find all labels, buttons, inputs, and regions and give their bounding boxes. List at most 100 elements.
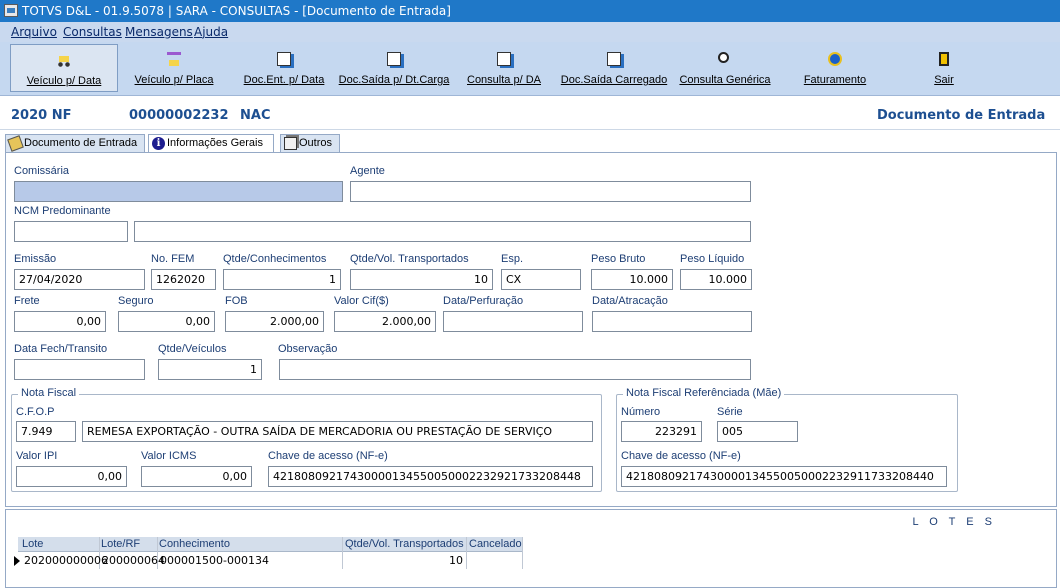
data-atracacao-field[interactable]: [592, 311, 752, 332]
data-perfuracao-label: Data/Perfuração: [443, 295, 524, 307]
serie-label: Série: [717, 406, 743, 418]
sair-button[interactable]: Sair: [914, 44, 974, 92]
toolbar: Veículo p/ Data Veículo p/ Placa Doc.Ent…: [0, 42, 1060, 96]
comissaria-label: Comissária: [14, 165, 70, 177]
no-fem-field[interactable]: 1262020: [151, 269, 216, 290]
observacao-field[interactable]: [279, 359, 751, 380]
lotes-title: L O T E S: [912, 516, 996, 528]
agente-field[interactable]: [350, 181, 751, 202]
serie-field[interactable]: 005: [717, 421, 798, 442]
fob-label: FOB: [225, 295, 248, 307]
lotes-grid-header: Lote Lote/RF Conhecimento Qtde/Vol. Tran…: [18, 537, 523, 552]
nota-fiscal-referenciada-title: Nota Fiscal Referênciada (Mãe): [623, 387, 785, 399]
qtde-conhecimentos-field[interactable]: 1: [223, 269, 341, 290]
consulta-por-da-button[interactable]: Consulta p/ DA: [458, 44, 550, 92]
doc-saida-carregado-button[interactable]: Doc.Saída Carregado: [556, 44, 672, 92]
tab-informacoes-gerais[interactable]: i Informações Gerais: [148, 134, 274, 153]
seguro-label: Seguro: [118, 295, 154, 307]
qtde-vol-label: Qtde/Vol. Transportados: [350, 253, 469, 265]
header-nac: NAC: [240, 108, 271, 123]
car-plate-icon: [167, 52, 181, 66]
doc-ent-por-data-button[interactable]: Doc.Ent. p/ Data: [236, 44, 332, 92]
nota-fiscal-title: Nota Fiscal: [18, 387, 80, 399]
column-cancelado[interactable]: Cancelado: [469, 538, 522, 550]
numero-field[interactable]: 223291: [621, 421, 702, 442]
column-conhecimento[interactable]: Conhecimento: [159, 538, 230, 550]
veiculo-por-data-button[interactable]: Veículo p/ Data: [10, 44, 118, 92]
cell-lote: 202000000006: [24, 554, 108, 567]
fob-field[interactable]: 2.000,00: [225, 311, 324, 332]
veiculo-por-placa-button[interactable]: Veículo p/ Placa: [122, 44, 226, 92]
current-row-arrow-icon: [14, 556, 20, 566]
emissao-field[interactable]: 27/04/2020: [14, 269, 145, 290]
peso-liquido-label: Peso Líquido: [680, 253, 745, 265]
menu-mensagens[interactable]: Mensagens: [125, 25, 193, 39]
column-lote-rf[interactable]: Lote/RF: [101, 538, 140, 550]
column-lote[interactable]: Lote: [22, 538, 43, 550]
qtde-vol-field[interactable]: 10: [350, 269, 493, 290]
seguro-field[interactable]: 0,00: [118, 311, 215, 332]
chave-acesso-ref-label: Chave de acesso (NF-e): [621, 450, 741, 462]
header-year-type: 2020 NF: [11, 108, 72, 123]
document-icon: [387, 52, 401, 66]
numero-label: Número: [621, 406, 661, 418]
menu-ajuda[interactable]: Ajuda: [194, 25, 228, 39]
peso-liquido-field[interactable]: 10.000: [680, 269, 752, 290]
nota-fiscal-referenciada-group: Nota Fiscal Referênciada (Mãe) Número 22…: [616, 387, 958, 492]
valor-cif-field[interactable]: 2.000,00: [334, 311, 436, 332]
document-icon: [607, 52, 621, 66]
ncm-description-field[interactable]: [134, 221, 751, 242]
tab-outros[interactable]: Outros: [280, 134, 340, 152]
esp-field[interactable]: CX: [501, 269, 581, 290]
cfop-field[interactable]: 7.949: [16, 421, 76, 442]
qtde-veiculos-label: Qtde/Veículos: [158, 343, 227, 355]
chave-acesso-label: Chave de acesso (NF-e): [268, 450, 388, 462]
title-bar: TOTVS D&L - 01.9.5078 | SARA - CONSULTAS…: [0, 0, 1060, 22]
windows-icon: [284, 137, 297, 150]
ncm-label: NCM Predominante: [14, 205, 111, 217]
cell-qtde-vol: 10: [449, 554, 463, 567]
doc-saida-por-dt-carga-button[interactable]: Doc.Saída p/ Dt.Carga: [336, 44, 452, 92]
informacoes-gerais-panel: Comissária Agente NCM Predominante Emiss…: [5, 152, 1057, 507]
valor-cif-label: Valor Cif($): [334, 295, 389, 307]
frete-label: Frete: [14, 295, 40, 307]
agente-label: Agente: [350, 165, 385, 177]
tab-bar: Documento de Entrada i Informações Gerai…: [0, 132, 1060, 153]
invoice-icon: [828, 52, 842, 66]
data-fech-transito-field[interactable]: [14, 359, 145, 380]
page-title: Documento de Entrada: [877, 108, 1046, 123]
cfop-description-field[interactable]: REMESA EXPORTAÇÃO - OUTRA SAÍDA DE MERCA…: [82, 421, 593, 442]
menu-arquivo[interactable]: Arquivo: [11, 25, 57, 39]
qtde-conhecimentos-label: Qtde/Conhecimentos: [223, 253, 327, 265]
magnifier-icon: [718, 52, 729, 63]
nota-fiscal-group: Nota Fiscal C.F.O.P 7.949 REMESA EXPORTA…: [11, 387, 602, 492]
exit-icon: [939, 52, 949, 66]
observacao-label: Observação: [278, 343, 338, 355]
valor-ipi-field[interactable]: 0,00: [16, 466, 127, 487]
faturamento-button[interactable]: Faturamento: [790, 44, 880, 92]
column-qtde-vol[interactable]: Qtde/Vol. Transportados: [345, 538, 464, 550]
esp-label: Esp.: [501, 253, 524, 265]
menu-consultas[interactable]: Consultas: [63, 25, 122, 39]
emissao-label: Emissão: [14, 253, 57, 265]
peso-bruto-field[interactable]: 10.000: [591, 269, 673, 290]
lotes-panel: L O T E S Lote Lote/RF Conhecimento Qtde…: [5, 509, 1057, 588]
chave-acesso-field[interactable]: 4218080921743000013455005000223292173320…: [268, 466, 593, 487]
data-perfuracao-field[interactable]: [443, 311, 583, 332]
cfop-label: C.F.O.P: [16, 406, 55, 418]
document-header: 2020 NF 00000002232 NAC Documento de Ent…: [0, 96, 1060, 130]
ncm-code-field[interactable]: [14, 221, 128, 242]
frete-field[interactable]: 0,00: [14, 311, 106, 332]
comissaria-field[interactable]: [14, 181, 343, 202]
document-icon: [497, 52, 511, 66]
window-title: TOTVS D&L - 01.9.5078 | SARA - CONSULTAS…: [22, 4, 451, 18]
chave-acesso-ref-field[interactable]: 4218080921743000013455005000223291173320…: [621, 466, 947, 487]
tab-documento-de-entrada[interactable]: Documento de Entrada: [5, 134, 145, 152]
data-atracacao-label: Data/Atracação: [592, 295, 668, 307]
header-number: 00000002232: [129, 108, 229, 123]
app-icon: [4, 4, 18, 17]
consulta-generica-button[interactable]: Consulta Genérica: [676, 44, 774, 92]
qtde-veiculos-field[interactable]: 1: [158, 359, 262, 380]
info-icon: i: [152, 137, 165, 150]
valor-icms-field[interactable]: 0,00: [141, 466, 252, 487]
